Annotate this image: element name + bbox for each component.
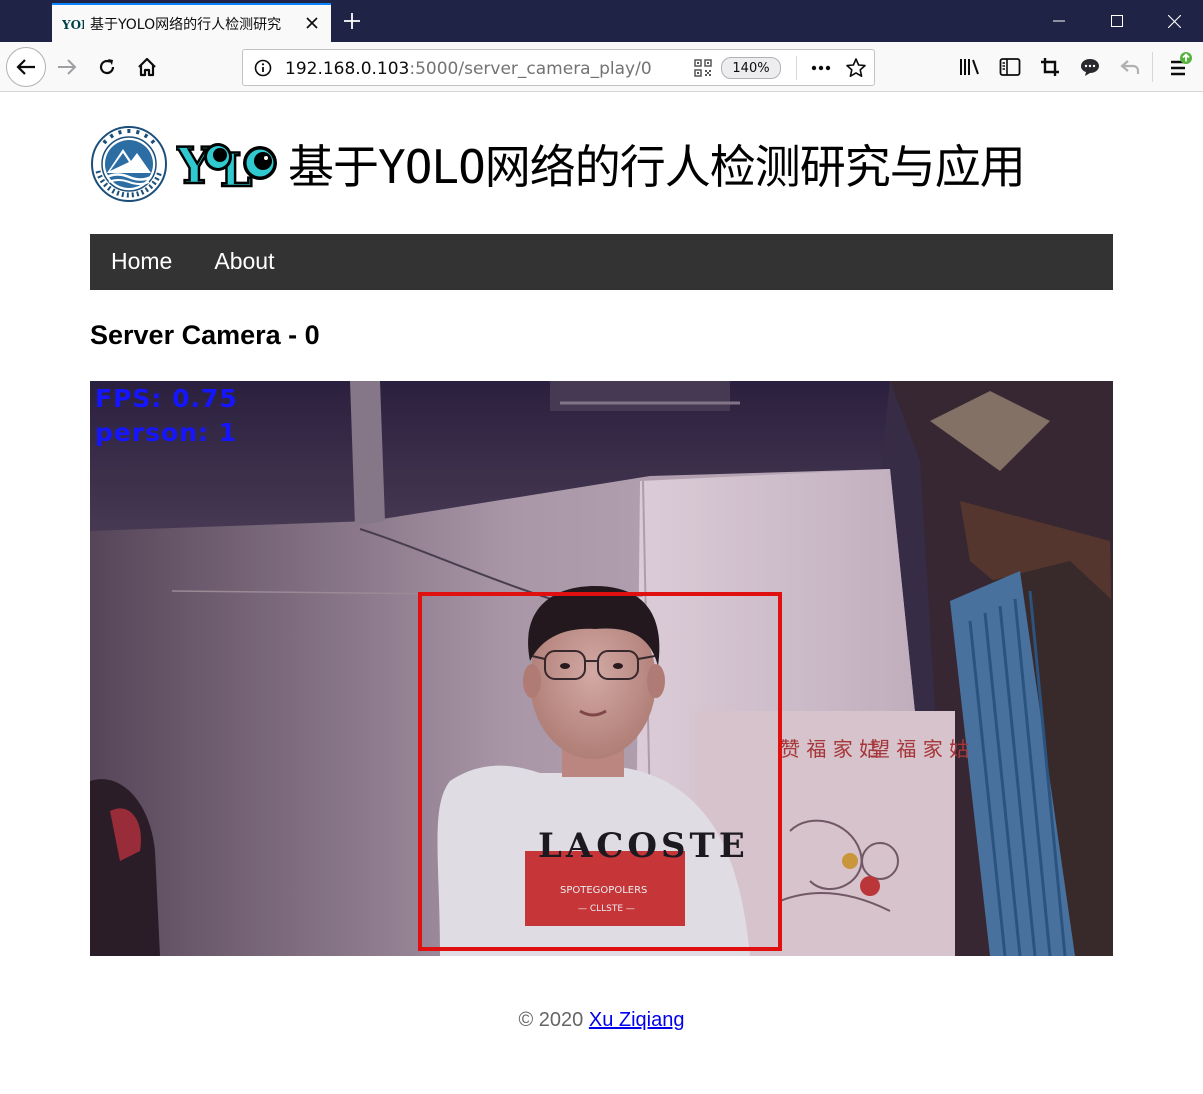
tab-title: 基于YOLO网络的行人检测研究 bbox=[90, 16, 282, 33]
fps-overlay: FPS: 0.75 bbox=[95, 384, 238, 413]
nav-home-link[interactable]: Home bbox=[90, 234, 193, 290]
close-tab-icon[interactable] bbox=[303, 14, 321, 32]
minimize-icon[interactable] bbox=[1030, 0, 1088, 42]
toolbar-separator bbox=[1152, 52, 1153, 82]
url-text[interactable]: 192.168.0.103:5000/server_camera_play/0 bbox=[285, 59, 652, 79]
home-icon[interactable] bbox=[135, 55, 159, 79]
footer-copyright: © 2020 bbox=[518, 1009, 589, 1031]
info-icon[interactable] bbox=[253, 58, 273, 78]
back-arrow-icon[interactable] bbox=[6, 47, 46, 87]
svg-text:YOLO: YOLO bbox=[62, 18, 84, 31]
library-icon[interactable] bbox=[958, 56, 982, 78]
site-header: Y L 基于YOLO网络的行人检测研究与应用 bbox=[90, 121, 1026, 207]
maximize-icon[interactable] bbox=[1088, 0, 1146, 42]
page-footer: © 2020 Xu Ziqiang bbox=[0, 1009, 1203, 1032]
qr-code-icon[interactable] bbox=[693, 58, 713, 78]
camera-frame-image: 赞 福 家 姑 望 福 家 姑 LACOSTE SPOTEGOPOLERS — … bbox=[90, 381, 1113, 956]
yolo-favicon-icon: YOLO bbox=[62, 17, 84, 31]
browser-toolbar: 192.168.0.103:5000/server_camera_play/0 … bbox=[0, 42, 1203, 92]
university-logo bbox=[91, 126, 167, 202]
new-tab-icon[interactable] bbox=[340, 9, 364, 33]
camera-stream: 赞 福 家 姑 望 福 家 姑 LACOSTE SPOTEGOPOLERS — … bbox=[90, 381, 1113, 956]
reload-icon[interactable] bbox=[95, 55, 119, 79]
forward-arrow-icon[interactable] bbox=[55, 55, 79, 79]
url-bar[interactable]: 192.168.0.103:5000/server_camera_play/0 … bbox=[242, 49, 875, 86]
menu-update-icon[interactable] bbox=[1165, 50, 1195, 80]
zoom-badge[interactable]: 140% bbox=[721, 57, 781, 79]
nav-about-link[interactable]: About bbox=[193, 234, 295, 290]
top-navigation: Home About bbox=[90, 234, 1113, 290]
screenshot-crop-icon[interactable] bbox=[1038, 56, 1062, 78]
url-path: :5000/server_camera_play/0 bbox=[409, 59, 652, 79]
yolo-logo: Y L bbox=[176, 135, 277, 195]
undo-icon[interactable] bbox=[1118, 56, 1142, 78]
more-actions-icon[interactable] bbox=[809, 58, 833, 78]
camera-heading: Server Camera - 0 bbox=[90, 320, 320, 350]
url-host: 192.168.0.103 bbox=[285, 59, 410, 79]
chat-bubble-icon[interactable] bbox=[1078, 56, 1102, 78]
sidebar-icon[interactable] bbox=[998, 56, 1022, 78]
close-window-icon[interactable] bbox=[1145, 0, 1203, 42]
person-count-overlay: person: 1 bbox=[95, 418, 238, 447]
url-separator bbox=[796, 56, 797, 80]
page-content: Y L 基于YOLO网络的行人检测研究与应用 Home About Server… bbox=[0, 93, 1203, 1094]
footer-author-link[interactable]: Xu Ziqiang bbox=[589, 1009, 685, 1031]
browser-tab[interactable]: YOLO 基于YOLO网络的行人检测研究 bbox=[52, 3, 331, 42]
bookmark-star-icon[interactable] bbox=[844, 57, 868, 79]
site-title: 基于YOLO网络的行人检测研究与应用 bbox=[288, 140, 1026, 194]
browser-titlebar: YOLO 基于YOLO网络的行人检测研究 bbox=[0, 0, 1203, 42]
